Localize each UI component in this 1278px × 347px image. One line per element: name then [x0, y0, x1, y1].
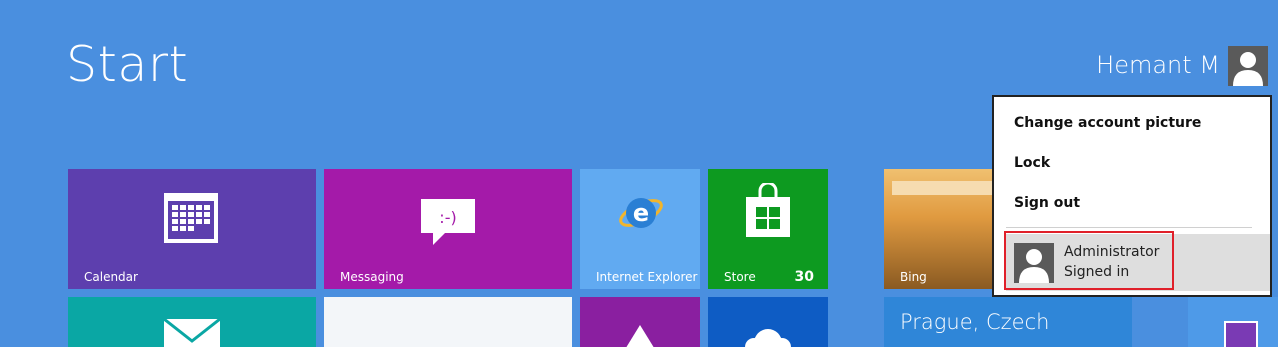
- partial-tile-icon: [1224, 321, 1258, 347]
- menu-separator: [1006, 227, 1252, 228]
- calendar-icon: [164, 193, 218, 243]
- tile-store[interactable]: Store 30: [708, 169, 828, 289]
- tile-messaging-label: Messaging: [340, 270, 404, 284]
- tile-calendar[interactable]: Calendar: [68, 169, 316, 289]
- tile-games[interactable]: [580, 297, 700, 347]
- maps-preview: [324, 297, 572, 347]
- mail-icon: [164, 319, 220, 347]
- svg-text::-): :-): [439, 208, 456, 227]
- menu-change-account-picture[interactable]: Change account picture: [1014, 115, 1201, 131]
- cloud-icon: [745, 329, 791, 347]
- tile-skydrive[interactable]: [708, 297, 828, 347]
- tile-store-label: Store: [724, 270, 756, 284]
- tile-weather[interactable]: Prague, Czech: [884, 297, 1132, 347]
- messaging-icon: :-): [421, 199, 475, 245]
- tile-messaging[interactable]: :-) Messaging: [324, 169, 572, 289]
- tile-maps[interactable]: [324, 297, 572, 347]
- tile-bing-label: Bing: [900, 270, 927, 284]
- tile-calendar-label: Calendar: [84, 270, 138, 284]
- tile-mail[interactable]: [68, 297, 316, 347]
- menu-lock[interactable]: Lock: [1014, 155, 1050, 171]
- tile-internet-explorer[interactable]: e Internet Explorer: [580, 169, 700, 289]
- tile-ie-label: Internet Explorer: [596, 270, 698, 284]
- store-icon: [746, 183, 790, 237]
- tile-partial[interactable]: [1188, 297, 1278, 347]
- highlight-box: [1004, 231, 1174, 290]
- user-name[interactable]: Hemant M: [1096, 51, 1220, 79]
- start-title: Start: [66, 36, 189, 93]
- games-icon: [626, 325, 654, 347]
- svg-text:e: e: [633, 199, 649, 227]
- tile-store-badge: 30: [794, 269, 814, 285]
- internet-explorer-icon: e: [619, 198, 663, 228]
- user-avatar-icon[interactable]: [1228, 46, 1268, 86]
- weather-city: Prague, Czech: [900, 310, 1050, 334]
- account-menu: Change account picture Lock Sign out Adm…: [992, 95, 1272, 297]
- menu-sign-out[interactable]: Sign out: [1014, 195, 1080, 211]
